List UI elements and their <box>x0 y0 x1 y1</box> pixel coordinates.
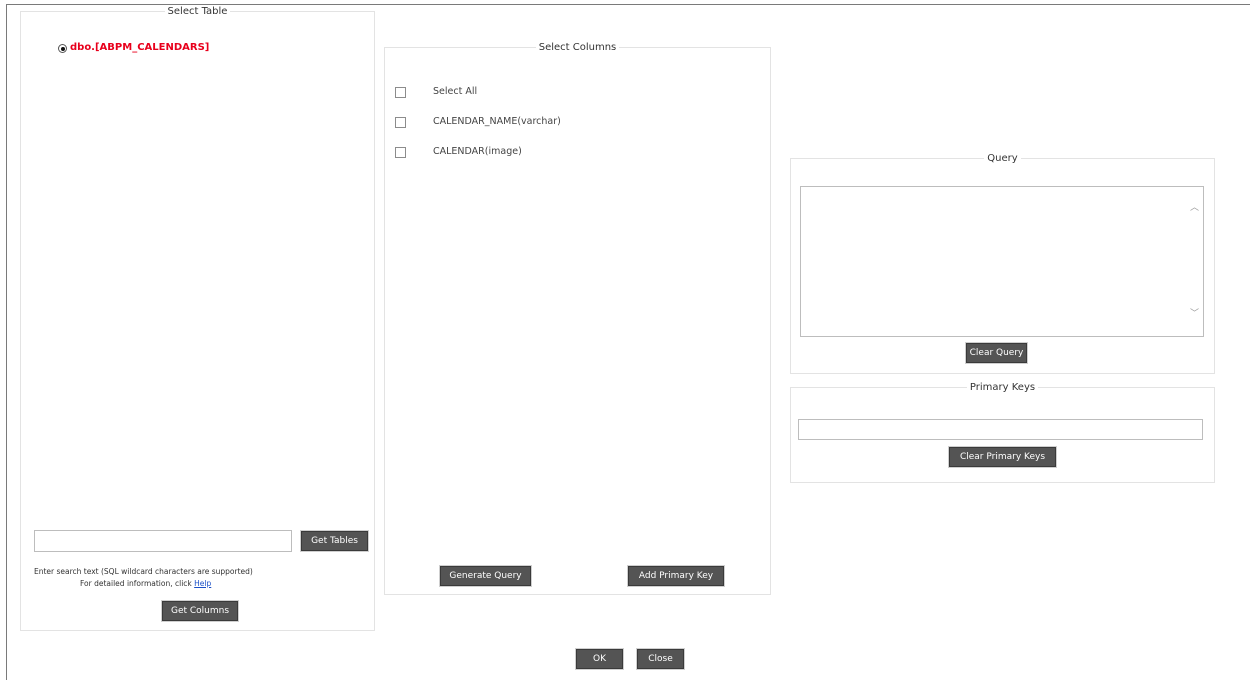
clear-primary-keys-button[interactable]: Clear Primary Keys <box>949 447 1056 467</box>
primary-keys-input[interactable] <box>798 419 1203 440</box>
query-textarea[interactable] <box>800 186 1204 337</box>
scroll-down-icon[interactable]: ﹀ <box>1190 309 1248 319</box>
close-button[interactable]: Close <box>637 649 684 669</box>
clear-query-button[interactable]: Clear Query <box>966 343 1027 363</box>
ok-button[interactable]: OK <box>576 649 623 669</box>
query-legend: Query <box>987 153 1018 164</box>
search-hint-text: Enter search text (SQL wildcard characte… <box>34 567 253 576</box>
help-prefix-text: For detailed information, click <box>80 579 192 588</box>
help-line: For detailed information, click Help <box>80 579 211 588</box>
select-all-checkbox[interactable] <box>395 87 406 98</box>
select-table-legend: Select Table <box>167 6 228 17</box>
generate-query-button[interactable]: Generate Query <box>440 566 531 586</box>
column-label-calendar-name: CALENDAR_NAME(varchar) <box>433 116 561 127</box>
column-label-calendar: CALENDAR(image) <box>433 146 522 157</box>
get-columns-button[interactable]: Get Columns <box>162 601 238 621</box>
select-all-label: Select All <box>433 86 478 97</box>
get-tables-button[interactable]: Get Tables <box>301 531 368 551</box>
table-name-link[interactable]: dbo.[ABPM_CALENDARS] <box>70 42 209 53</box>
column-checkbox-calendar[interactable] <box>395 147 406 158</box>
table-radio[interactable] <box>58 44 67 53</box>
scroll-up-icon[interactable]: ︿ <box>1190 203 1248 213</box>
help-link[interactable]: Help <box>194 579 211 588</box>
table-search-input[interactable] <box>34 530 292 552</box>
select-columns-legend: Select Columns <box>538 42 617 53</box>
primary-keys-legend: Primary Keys <box>969 382 1036 393</box>
add-primary-key-button[interactable]: Add Primary Key <box>628 566 724 586</box>
column-checkbox-calendar-name[interactable] <box>395 117 406 128</box>
